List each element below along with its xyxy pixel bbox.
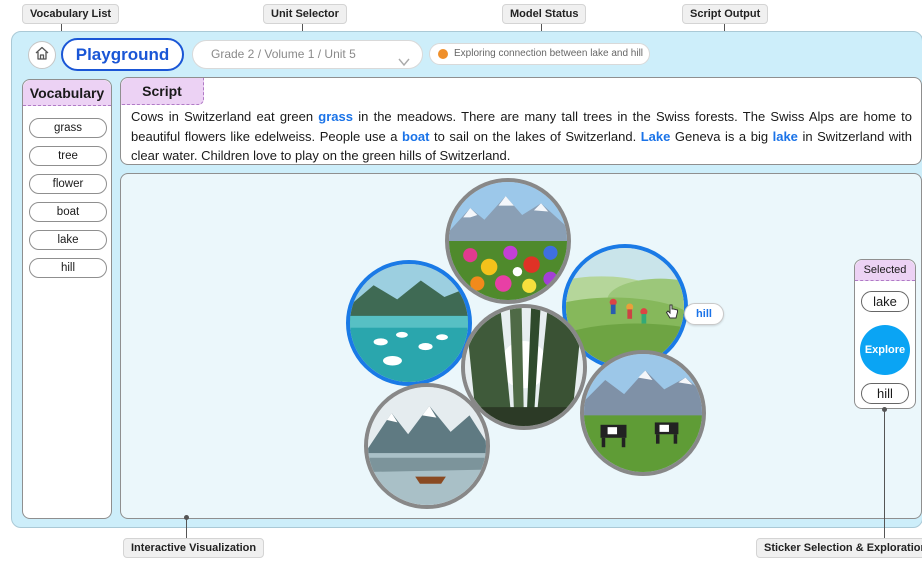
- annotation-interactive-visualization: Interactive Visualization: [123, 538, 265, 558]
- playground-app: Playground Grade 2 / Volume 1 / Unit 5 E…: [11, 31, 922, 528]
- vocab-item-tree[interactable]: tree: [29, 146, 107, 166]
- script-panel: Script Cows in Switzerland eat green gra…: [120, 77, 922, 165]
- boat-sticker[interactable]: [364, 383, 490, 509]
- script-segment: to sail on the lakes of Switzerland.: [429, 128, 641, 144]
- status-indicator-icon: [438, 49, 448, 59]
- chevron-down-icon: [398, 50, 410, 77]
- home-icon: [34, 45, 50, 66]
- explore-button[interactable]: Explore: [860, 325, 910, 375]
- script-segment: Cows in Switzerland eat green: [131, 109, 319, 124]
- annotation-script-output: Script Output: [682, 4, 769, 24]
- cows-sticker[interactable]: [580, 350, 706, 476]
- vocab-item-boat[interactable]: boat: [29, 202, 107, 222]
- annotation-dot: [882, 407, 887, 412]
- script-highlight-word: lake: [772, 128, 798, 144]
- flowers-sticker[interactable]: [445, 178, 571, 304]
- script-text: Cows in Switzerland eat green grass in t…: [131, 107, 912, 166]
- vocab-item-lake[interactable]: lake: [29, 230, 107, 250]
- hand-cursor-icon: [665, 304, 679, 325]
- selected-title: Selected: [855, 260, 915, 281]
- vocabulary-panel: Vocabulary grass tree flower boat lake h…: [22, 79, 112, 519]
- annotation-dot: [184, 515, 189, 520]
- vocabulary-title: Vocabulary: [23, 80, 111, 106]
- unit-selector[interactable]: Grade 2 / Volume 1 / Unit 5: [192, 40, 423, 69]
- hover-tooltip: hill: [684, 303, 724, 325]
- selected-chip-hill[interactable]: hill: [861, 383, 909, 404]
- script-segment: Geneva is a big: [670, 128, 773, 144]
- annotation-leader: [884, 409, 885, 538]
- selected-panel: Selected lake Explore hill: [854, 259, 916, 409]
- annotation-vocabulary-list: Vocabulary List: [22, 4, 120, 24]
- script-title: Script: [121, 78, 204, 105]
- home-button[interactable]: [28, 41, 56, 69]
- script-highlight-word: Lake: [640, 128, 671, 144]
- script-highlight-word: boat: [402, 128, 430, 144]
- interactive-visualization: hill: [120, 173, 922, 519]
- lake-swans-sticker[interactable]: [346, 260, 472, 386]
- script-highlight-word: grass: [318, 109, 353, 124]
- annotation-leader: [186, 517, 187, 538]
- vocab-item-flower[interactable]: flower: [29, 174, 107, 194]
- page-title: Playground: [61, 38, 184, 71]
- annotation-unit-selector: Unit Selector: [263, 4, 347, 24]
- annotation-model-status: Model Status: [502, 4, 587, 24]
- status-text: Exploring connection between lake and hi…: [454, 48, 644, 59]
- vocab-item-grass[interactable]: grass: [29, 118, 107, 138]
- vocab-item-hill[interactable]: hill: [29, 258, 107, 278]
- model-status: Exploring connection between lake and hi…: [429, 43, 650, 65]
- annotation-sticker-selection: Sticker Selection & Exploration: [756, 538, 922, 558]
- selected-chip-lake[interactable]: lake: [861, 291, 909, 312]
- unit-selector-value: Grade 2 / Volume 1 / Unit 5: [211, 47, 356, 61]
